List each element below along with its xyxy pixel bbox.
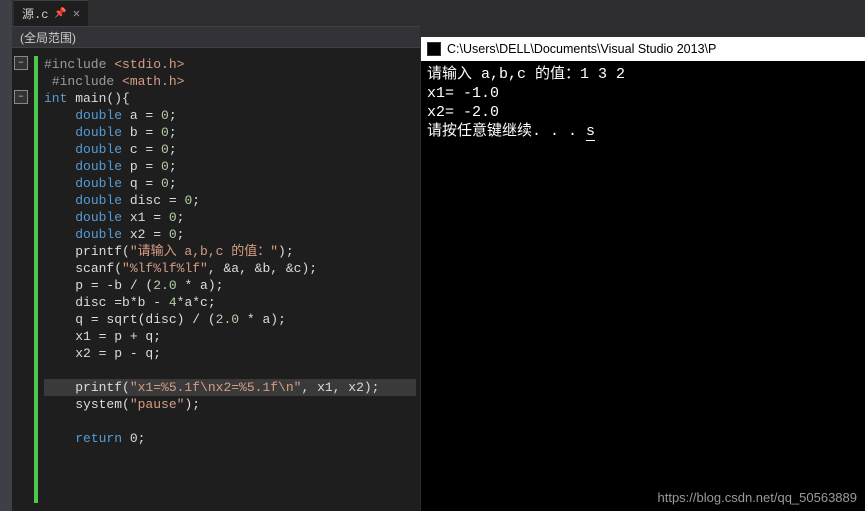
ide-pane: 源.c 📌 ✕ (全局范围) − − #include <stdio.h> #i… — [0, 0, 420, 511]
console-icon — [427, 42, 441, 56]
tab-bar: 源.c 📌 ✕ — [0, 0, 420, 26]
tab-filename: 源.c — [22, 5, 48, 22]
watermark: https://blog.csdn.net/qq_50563889 — [658, 490, 858, 505]
console-title-text: C:\Users\DELL\Documents\Visual Studio 20… — [447, 42, 716, 56]
console-window[interactable]: 请输入 a,b,c 的值：1 3 2 x1= -1.0 x2= -2.0 请按任… — [421, 61, 865, 511]
console-titlebar[interactable]: C:\Users\DELL\Documents\Visual Studio 20… — [421, 37, 865, 61]
console-output: 请输入 a,b,c 的值：1 3 2 x1= -1.0 x2= -2.0 请按任… — [421, 61, 865, 145]
close-icon[interactable]: ✕ — [73, 6, 80, 21]
file-tab[interactable]: 源.c 📌 ✕ — [14, 0, 88, 26]
pin-icon[interactable]: 📌 — [54, 8, 66, 20]
code-editor[interactable]: − − #include <stdio.h> #include <math.h>… — [0, 48, 420, 511]
code-area[interactable]: #include <stdio.h> #include <math.h> int… — [38, 48, 420, 511]
fold-toggle[interactable]: − — [14, 90, 28, 104]
left-margin — [0, 0, 12, 511]
fold-gutter: − − — [14, 48, 34, 511]
scope-label: (全局范围) — [20, 29, 76, 46]
scope-dropdown[interactable]: (全局范围) — [0, 26, 420, 48]
fold-toggle[interactable]: − — [14, 56, 28, 70]
